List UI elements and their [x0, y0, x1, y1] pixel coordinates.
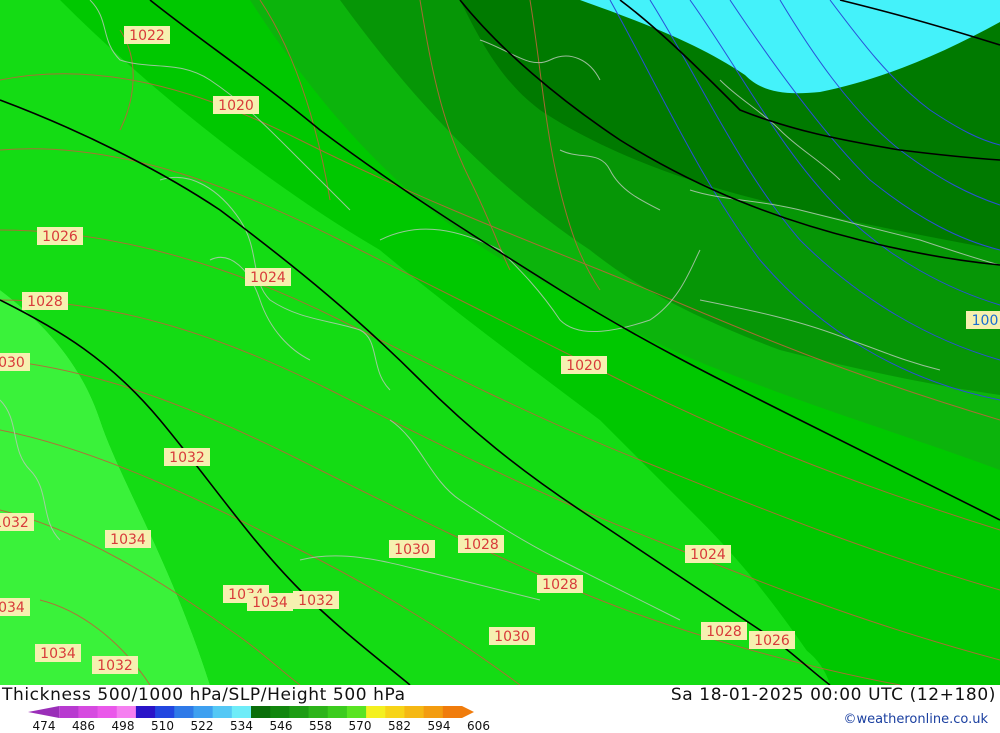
slp-label: 1028 [22, 292, 68, 310]
svg-text:1024: 1024 [250, 270, 286, 286]
svg-text:1032: 1032 [298, 593, 334, 609]
color-scale-tick-label: 606 [467, 719, 490, 733]
slp-label: 1020 [213, 96, 259, 114]
color-scale-tick-label: 522 [190, 719, 214, 733]
slp-label: 1024 [685, 545, 731, 563]
svg-text:1032: 1032 [0, 515, 29, 531]
svg-text:1030: 1030 [394, 542, 430, 558]
valid-datetime: Sa 18-01-2025 00:00 UTC (12+180) [670, 685, 996, 705]
svg-text:1022: 1022 [129, 28, 165, 44]
color-scale-tick-label: 474 [32, 719, 56, 733]
svg-text:1026: 1026 [754, 633, 790, 649]
svg-text:1034: 1034 [252, 595, 288, 611]
svg-text:1028: 1028 [463, 537, 499, 553]
svg-text:1028: 1028 [706, 624, 742, 640]
slp-label: 1028 [701, 622, 747, 640]
svg-text:1034: 1034 [0, 600, 25, 616]
color-scale-swatch [251, 706, 271, 718]
color-scale-swatch [231, 706, 252, 718]
color-scale-swatch [78, 706, 99, 718]
slp-label: 1032 [293, 591, 339, 609]
slp-label: 1034 [105, 530, 151, 548]
slp-label: 1032 [0, 513, 34, 531]
color-scale-bar [28, 706, 474, 718]
svg-text:1032: 1032 [97, 658, 133, 674]
slp-label: 1022 [124, 26, 170, 44]
color-scale-swatch [193, 706, 214, 718]
color-scale-ticks: 474 486 498 510 522 534 546 558 570 582 594 606 [0, 719, 520, 733]
map-footer: Thickness 500/1000 hPa/SLP/Height 500 hP… [0, 685, 1000, 733]
slp-label: 1034 [247, 593, 293, 611]
slp-label: 1028 [458, 535, 504, 553]
color-scale-swatch [308, 706, 329, 718]
color-scale-swatch [366, 706, 386, 718]
color-scale-swatch [155, 706, 175, 718]
credit-link[interactable]: ©weatheronline.co.uk [843, 712, 988, 727]
color-scale-tick-label: 594 [427, 719, 451, 733]
color-scale-tick-label: 546 [269, 719, 293, 733]
color-scale-swatch [174, 706, 194, 718]
color-scale-tick-label: 510 [151, 719, 174, 733]
color-scale-swatch [423, 706, 444, 718]
thickness-map: 1022 1020 1026 1024 1028 1030 1020 1032 … [0, 0, 1000, 685]
svg-text:1028: 1028 [27, 294, 63, 310]
color-scale-tick-label: 570 [348, 719, 372, 733]
svg-text:1034: 1034 [110, 532, 146, 548]
slp-label: 1028 [537, 575, 583, 593]
color-scale-tick-label: 486 [72, 719, 95, 733]
color-scale-swatch [289, 706, 310, 718]
slp-label: 1030 [0, 353, 30, 371]
color-scale-swatch [59, 706, 79, 718]
slp-label: 1030 [389, 540, 435, 558]
svg-text:1030: 1030 [0, 355, 25, 371]
color-scale-tick-label: 534 [230, 719, 253, 733]
weather-map-panel: 1022 1020 1026 1024 1028 1030 1020 1032 … [0, 0, 1000, 733]
svg-text:1026: 1026 [42, 229, 78, 245]
color-scale-swatch [97, 706, 118, 718]
slp-label: 1026 [749, 631, 795, 649]
color-scale-swatch [212, 706, 233, 718]
color-scale-swatch [28, 706, 60, 718]
color-scale-swatch [404, 706, 425, 718]
color-scale-swatch [346, 706, 367, 718]
svg-text:1034: 1034 [40, 646, 76, 662]
svg-text:100: 100 [972, 313, 999, 329]
color-scale-swatch [442, 706, 474, 718]
svg-text:1028: 1028 [542, 577, 578, 593]
slp-label: 1024 [245, 268, 291, 286]
color-scale-tick-label: 498 [111, 719, 135, 733]
svg-text:1024: 1024 [690, 547, 726, 563]
svg-text:1030: 1030 [494, 629, 530, 645]
slp-label: 1032 [164, 448, 210, 466]
slp-label: 1020 [561, 356, 607, 374]
svg-text:1032: 1032 [169, 450, 205, 466]
map-title: Thickness 500/1000 hPa/SLP/Height 500 hP… [2, 685, 406, 705]
color-scale-tick-label: 582 [388, 719, 411, 733]
color-scale-swatch [270, 706, 290, 718]
slp-label: 1034 [0, 598, 30, 616]
slp-label: 1034 [35, 644, 81, 662]
color-scale-swatch [327, 706, 348, 718]
svg-text:1020: 1020 [218, 98, 254, 114]
slp-label: 100 [966, 311, 1000, 329]
svg-text:1020: 1020 [566, 358, 602, 374]
color-scale-tick-label: 558 [309, 719, 332, 733]
color-scale-swatch [385, 706, 405, 718]
color-scale-swatch [116, 706, 137, 718]
slp-label: 1032 [92, 656, 138, 674]
color-scale-swatch [135, 706, 156, 718]
slp-label: 1026 [37, 227, 83, 245]
slp-label: 1030 [489, 627, 535, 645]
